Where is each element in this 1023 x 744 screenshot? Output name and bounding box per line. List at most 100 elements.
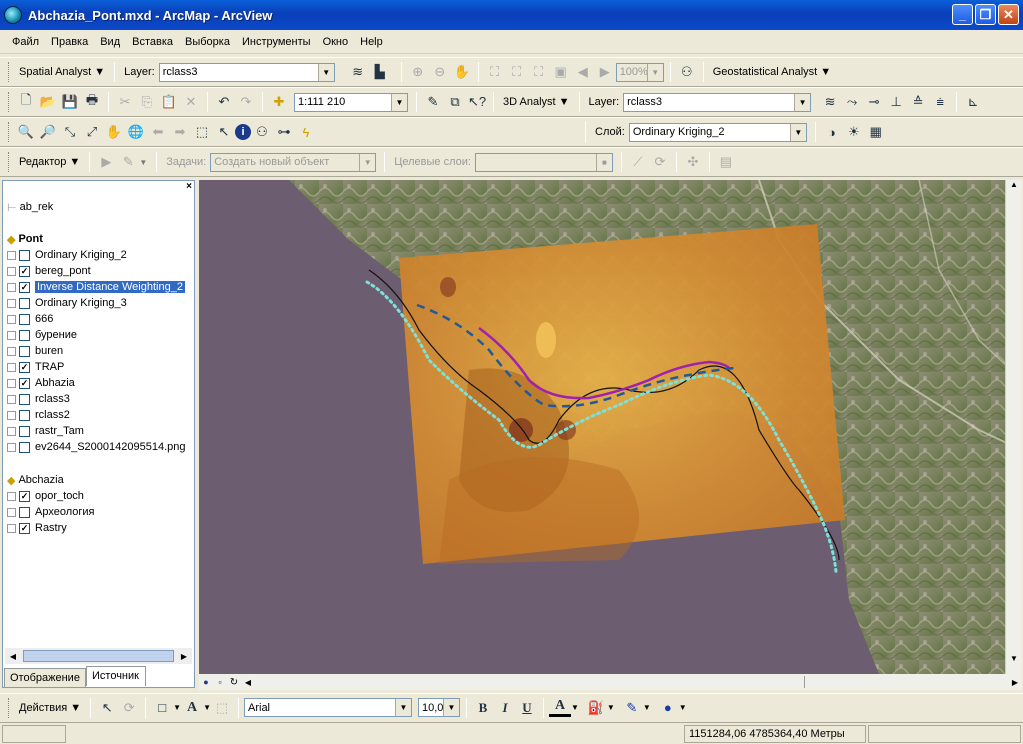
forward-extent-icon[interactable]: ▶ xyxy=(594,61,616,83)
toc-layer-row[interactable]: Ordinary Kriging_2 xyxy=(7,247,127,263)
toc-layer-row[interactable]: rclass2 xyxy=(7,407,70,423)
italic-button[interactable]: I xyxy=(494,697,516,719)
toc-layer-row[interactable]: ✓ bereg_pont xyxy=(7,263,91,279)
attributes-icon[interactable]: ▤ xyxy=(715,151,737,173)
text-dropdown-icon[interactable]: ▼ xyxy=(203,703,211,712)
scroll-left-icon[interactable]: ◀ xyxy=(5,652,21,661)
toolbar-grip[interactable] xyxy=(8,62,11,82)
pan-icon[interactable]: ✋ xyxy=(103,121,125,143)
scroll-thumb[interactable] xyxy=(787,676,805,688)
edit-vertices-icon[interactable]: ⬚ xyxy=(211,697,233,719)
minimize-button[interactable]: _ xyxy=(952,4,973,25)
sketch-pencil-icon[interactable]: ✎ xyxy=(117,151,139,173)
toc-close-icon[interactable]: × xyxy=(186,181,192,192)
toc-layer-row[interactable]: ✓ opor_toch xyxy=(7,488,84,504)
fixed-zoom-out-arrows-icon[interactable]: ⤢ xyxy=(81,121,103,143)
interpolate-line-icon[interactable]: ≙ xyxy=(907,91,929,113)
map-view[interactable] xyxy=(199,180,1022,674)
scroll-left-icon[interactable]: ◀ xyxy=(241,678,255,687)
georef-pan-icon[interactable]: ✋ xyxy=(451,61,473,83)
interpolate-point-icon[interactable]: ⊥ xyxy=(885,91,907,113)
interpolate-polygon-icon[interactable]: ⩧ xyxy=(929,91,951,113)
scroll-track[interactable] xyxy=(261,676,1002,688)
toc-layer-row[interactable]: ✓ Abhazia xyxy=(7,375,75,391)
find-binoculars-icon[interactable]: ⚇ xyxy=(251,121,273,143)
layer-visibility-checkbox[interactable] xyxy=(19,425,30,437)
sketch-dropdown-arrow-icon[interactable]: ▼ xyxy=(139,158,147,167)
profile-graph-icon[interactable]: ⊾ xyxy=(962,91,984,113)
layer-visibility-checkbox[interactable]: ✓ xyxy=(19,490,30,502)
measure-icon[interactable]: ⊶ xyxy=(273,121,295,143)
toc-layer-row[interactable]: rastr_Tam xyxy=(7,423,84,439)
expand-toggle-icon[interactable] xyxy=(7,378,16,388)
layer-visibility-checkbox[interactable]: ✓ xyxy=(19,377,30,389)
menu-file[interactable]: Файл xyxy=(6,36,45,48)
zoom-in-icon[interactable]: 🔍 xyxy=(15,121,37,143)
expand-toggle-icon[interactable] xyxy=(7,523,16,533)
steepest-path-icon[interactable]: ⤳ xyxy=(841,91,863,113)
scroll-right-icon[interactable]: ▶ xyxy=(1008,678,1022,687)
font-size-combo[interactable]: 10,00 ▼ xyxy=(418,698,460,717)
layer-visibility-checkbox[interactable] xyxy=(19,441,30,453)
toc-layer-row[interactable]: Археология xyxy=(7,504,94,520)
rectangle-tool-icon[interactable]: □ xyxy=(151,697,173,719)
fixed-zoom-in-icon[interactable]: ⛶ xyxy=(506,61,528,83)
target-layer-combo[interactable]: ■ xyxy=(474,152,613,172)
layer-visibility-checkbox[interactable]: ✓ xyxy=(19,265,30,277)
print-icon[interactable]: 🖶 xyxy=(81,91,103,113)
expand-toggle-icon[interactable] xyxy=(7,250,16,260)
back-arrow-icon[interactable]: ⬅ xyxy=(147,121,169,143)
menu-insert[interactable]: Вставка xyxy=(126,36,179,48)
toc-layer-row[interactable]: 666 xyxy=(7,311,53,327)
map-vertical-scrollbar[interactable]: ▲ ▼ xyxy=(1005,180,1022,674)
line-color-dropdown-icon[interactable]: ▼ xyxy=(643,703,651,712)
edit-tool-icon[interactable]: ▶ xyxy=(95,151,117,173)
toc-layer-row[interactable]: ✓ Rastry xyxy=(7,520,67,536)
one-to-one-icon[interactable]: ▣ xyxy=(550,61,572,83)
binoculars-icon[interactable]: ⚇ xyxy=(676,61,698,83)
layer-visibility-checkbox[interactable] xyxy=(19,297,30,309)
cut-icon[interactable]: ✂ xyxy=(114,91,136,113)
expand-toggle-icon[interactable] xyxy=(7,426,16,436)
copy-icon[interactable]: ⎘ xyxy=(136,91,158,113)
toc-layer-row[interactable]: Ordinary Kriging_3 xyxy=(7,295,127,311)
task-combo[interactable]: Создать новый объект ▼ xyxy=(210,152,377,172)
contrast-icon[interactable]: ◑ xyxy=(821,121,843,143)
bold-button[interactable]: B xyxy=(472,697,494,719)
scroll-right-icon[interactable]: ▶ xyxy=(176,652,192,661)
text-tool-icon[interactable]: A xyxy=(181,697,203,719)
new-document-icon[interactable]: 🗋 xyxy=(15,91,37,113)
toc-layer-row[interactable]: ev2644_S2000142095514.png xyxy=(7,439,185,455)
marker-color-dropdown-icon[interactable]: ▼ xyxy=(679,703,687,712)
layer-visibility-checkbox[interactable] xyxy=(19,313,30,325)
undo-icon[interactable]: ↶ xyxy=(213,91,235,113)
layer-visibility-checkbox[interactable]: ✓ xyxy=(19,522,30,534)
select-pointer-icon[interactable]: ↖ xyxy=(96,697,118,719)
toc-layer-row[interactable]: ✓ TRAP xyxy=(7,359,64,375)
open-folder-icon[interactable]: 📂 xyxy=(37,91,59,113)
editor-menu[interactable]: Редактор ▼ xyxy=(15,156,84,168)
line-color-pen-icon[interactable]: ✎ xyxy=(621,697,643,719)
forward-arrow-icon[interactable]: ➡ xyxy=(169,121,191,143)
expand-toggle-icon[interactable] xyxy=(7,298,16,308)
close-button[interactable]: ✕ xyxy=(998,4,1019,25)
paste-icon[interactable]: 📋 xyxy=(158,91,180,113)
menu-selection[interactable]: Выборка xyxy=(179,36,236,48)
toc-group-abchazia[interactable]: ◆ Abchazia xyxy=(7,472,64,488)
arctoolbox-icon[interactable]: ⧉ xyxy=(444,91,466,113)
underline-button[interactable]: U xyxy=(516,697,538,719)
expand-toggle-icon[interactable] xyxy=(7,394,16,404)
zoom-out-icon[interactable]: 🔎 xyxy=(37,121,59,143)
layer-visibility-checkbox[interactable] xyxy=(19,409,30,421)
toc-layer-ab-rek[interactable]: ⊢ ab_rek xyxy=(7,199,53,215)
contour-tool-icon[interactable]: ≋ xyxy=(347,61,369,83)
split-polygon-icon[interactable]: ✣ xyxy=(682,151,704,173)
expand-toggle-icon[interactable] xyxy=(7,346,16,356)
expand-toggle-icon[interactable] xyxy=(7,266,16,276)
toc-layer-row[interactable]: бурение xyxy=(7,327,77,343)
line-of-sight-icon[interactable]: ⊸ xyxy=(863,91,885,113)
georef-zoom-out-icon[interactable]: ⊖ xyxy=(429,61,451,83)
fill-color-bucket-icon[interactable]: ⛽ xyxy=(585,697,607,719)
layer-visibility-checkbox[interactable]: ✓ xyxy=(19,361,30,373)
toc-group-pont[interactable]: ◆ Pont xyxy=(7,231,43,247)
